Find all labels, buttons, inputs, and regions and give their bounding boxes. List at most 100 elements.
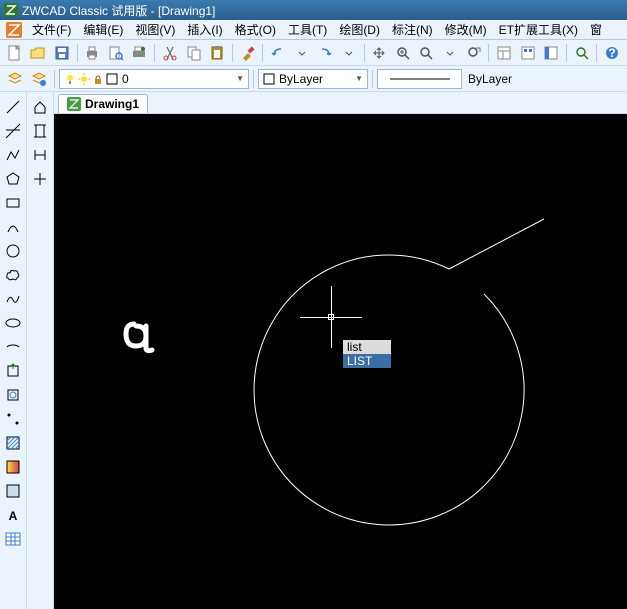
ellipse-tool[interactable] bbox=[2, 312, 24, 334]
zoom-button[interactable] bbox=[416, 42, 438, 64]
help-button[interactable]: ? bbox=[601, 42, 623, 64]
color-swatch-icon bbox=[263, 73, 275, 85]
undo-button[interactable] bbox=[267, 42, 289, 64]
separator bbox=[232, 44, 233, 62]
drawing-canvas[interactable]: list LIST bbox=[54, 114, 627, 609]
polygon-tool[interactable] bbox=[2, 168, 24, 190]
draw-toolbar: A bbox=[0, 92, 27, 609]
aux-tool-4[interactable] bbox=[29, 168, 51, 190]
menu-dimension[interactable]: 标注(N) bbox=[386, 21, 439, 38]
zoom-dropdown[interactable] bbox=[439, 42, 461, 64]
layer-combo[interactable]: 0 ▼ bbox=[59, 69, 249, 89]
separator bbox=[488, 44, 489, 62]
menu-view[interactable]: 视图(V) bbox=[129, 21, 181, 38]
spline-tool[interactable] bbox=[2, 288, 24, 310]
drawing-icon bbox=[67, 97, 81, 111]
chevron-down-icon: ▼ bbox=[236, 74, 244, 83]
layer-name: 0 bbox=[122, 72, 129, 86]
separator bbox=[566, 44, 567, 62]
line-sample-icon bbox=[390, 75, 450, 83]
menu-format[interactable]: 格式(O) bbox=[229, 21, 282, 38]
properties-button[interactable] bbox=[493, 42, 515, 64]
table-tool[interactable] bbox=[2, 528, 24, 550]
tab-label: Drawing1 bbox=[85, 97, 139, 111]
print-preview-button[interactable] bbox=[105, 42, 127, 64]
layer-toolbar: 0 ▼ ByLayer ▼ ByLayer bbox=[0, 66, 627, 92]
app-menu-icon[interactable] bbox=[6, 22, 22, 38]
color-value: ByLayer bbox=[279, 72, 323, 86]
drawing-tab[interactable]: Drawing1 bbox=[58, 94, 148, 113]
publish-button[interactable] bbox=[129, 42, 151, 64]
copy-button[interactable] bbox=[183, 42, 205, 64]
tab-strip: Drawing1 bbox=[54, 92, 627, 114]
lightbulb-icon bbox=[64, 73, 76, 85]
separator bbox=[596, 44, 597, 62]
separator bbox=[364, 44, 365, 62]
linetype-label: ByLayer bbox=[468, 72, 512, 86]
menu-modify[interactable]: 修改(M) bbox=[439, 21, 493, 38]
text-tool[interactable]: A bbox=[2, 504, 24, 526]
aux-tool-1[interactable] bbox=[29, 96, 51, 118]
linetype-combo[interactable] bbox=[377, 69, 462, 89]
menu-edit[interactable]: 编辑(E) bbox=[77, 21, 129, 38]
construction-line-tool[interactable] bbox=[2, 120, 24, 142]
aux-toolbar bbox=[27, 92, 54, 609]
circle-tool[interactable] bbox=[2, 240, 24, 262]
save-button[interactable] bbox=[51, 42, 73, 64]
line-tool[interactable] bbox=[2, 96, 24, 118]
point-tool[interactable] bbox=[2, 408, 24, 430]
undo-dropdown[interactable] bbox=[291, 42, 313, 64]
menu-draw[interactable]: 绘图(D) bbox=[333, 21, 386, 38]
paste-button[interactable] bbox=[206, 42, 228, 64]
svg-text:A: A bbox=[9, 509, 18, 523]
command-typed: list bbox=[343, 340, 391, 354]
hatch-tool[interactable] bbox=[2, 432, 24, 454]
zoom-previous-button[interactable] bbox=[463, 42, 485, 64]
redo-button[interactable] bbox=[315, 42, 337, 64]
menu-window[interactable]: 窗 bbox=[584, 21, 608, 38]
pan-button[interactable] bbox=[369, 42, 391, 64]
command-autocomplete[interactable]: list LIST bbox=[343, 340, 391, 368]
ellipse-arc-tool[interactable] bbox=[2, 336, 24, 358]
separator bbox=[77, 44, 78, 62]
redo-dropdown[interactable] bbox=[338, 42, 360, 64]
command-suggestion[interactable]: LIST bbox=[343, 354, 391, 368]
match-properties-button[interactable] bbox=[237, 42, 259, 64]
lock-icon bbox=[92, 73, 104, 85]
insert-block-tool[interactable] bbox=[2, 360, 24, 382]
gradient-tool[interactable] bbox=[2, 456, 24, 478]
new-button[interactable] bbox=[4, 42, 26, 64]
canvas-area: Drawing1 list LIST bbox=[54, 92, 627, 609]
layer-properties-button[interactable] bbox=[28, 68, 50, 90]
arc-tool[interactable] bbox=[2, 216, 24, 238]
cut-button[interactable] bbox=[159, 42, 181, 64]
make-block-tool[interactable] bbox=[2, 384, 24, 406]
menu-file[interactable]: 文件(F) bbox=[26, 21, 77, 38]
window-title: ZWCAD Classic 试用版 - [Drawing1] bbox=[22, 2, 623, 19]
aux-tool-2[interactable] bbox=[29, 120, 51, 142]
aux-tool-3[interactable] bbox=[29, 144, 51, 166]
color-combo[interactable]: ByLayer ▼ bbox=[258, 69, 368, 89]
tool-palettes-button[interactable] bbox=[540, 42, 562, 64]
crosshair-pickbox bbox=[328, 314, 334, 320]
chevron-down-icon: ▼ bbox=[355, 74, 363, 83]
separator bbox=[262, 44, 263, 62]
separator bbox=[372, 70, 373, 88]
revision-cloud-tool[interactable] bbox=[2, 264, 24, 286]
region-tool[interactable] bbox=[2, 480, 24, 502]
menubar: 文件(F) 编辑(E) 视图(V) 插入(I) 格式(O) 工具(T) 绘图(D… bbox=[0, 20, 627, 40]
layer-manager-button[interactable] bbox=[4, 68, 26, 90]
menu-insert[interactable]: 插入(I) bbox=[181, 21, 228, 38]
rectangle-tool[interactable] bbox=[2, 192, 24, 214]
menu-tools[interactable]: 工具(T) bbox=[282, 21, 333, 38]
menu-et-extend[interactable]: ET扩展工具(X) bbox=[493, 21, 584, 38]
zoom-realtime-button[interactable] bbox=[392, 42, 414, 64]
polyline-tool[interactable] bbox=[2, 144, 24, 166]
open-button[interactable] bbox=[28, 42, 50, 64]
oomagnify-button[interactable] bbox=[571, 42, 593, 64]
design-center-button[interactable] bbox=[517, 42, 539, 64]
separator bbox=[54, 70, 55, 88]
print-button[interactable] bbox=[82, 42, 104, 64]
titlebar: ZWCAD Classic 试用版 - [Drawing1] bbox=[0, 0, 627, 20]
separator bbox=[253, 70, 254, 88]
